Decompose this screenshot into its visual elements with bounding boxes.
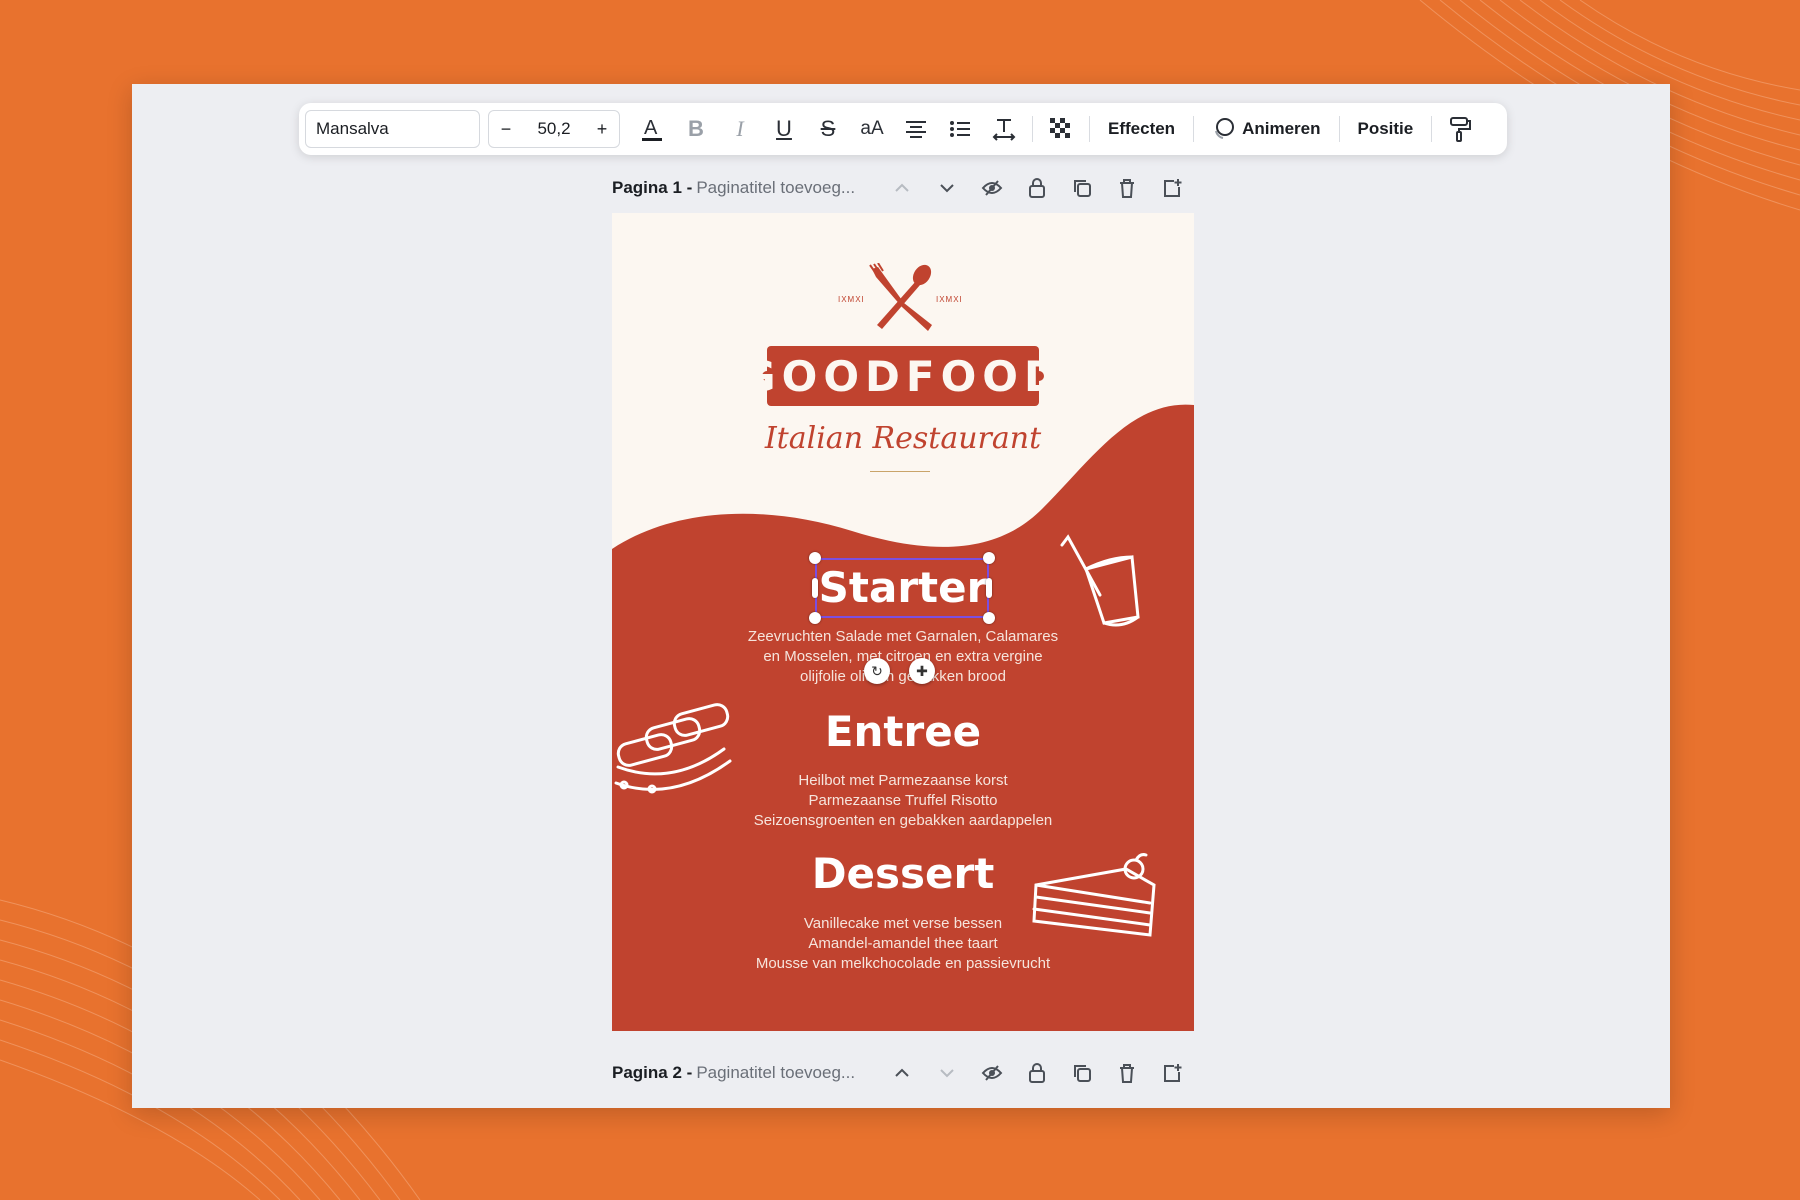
resize-handle-br[interactable] <box>983 612 995 624</box>
hide-icon[interactable] <box>969 174 1014 202</box>
restaurant-subtitle[interactable]: Italian Restaurant <box>612 421 1194 456</box>
starter-line-3: olijfolie olie en gebakken brood <box>800 668 1006 685</box>
position-button[interactable]: Positie <box>1346 119 1426 139</box>
text-color-icon[interactable]: A <box>630 109 674 149</box>
decrease-size-button[interactable]: − <box>497 119 515 140</box>
increase-size-button[interactable]: + <box>593 119 611 140</box>
spacing-icon[interactable] <box>982 109 1026 149</box>
resize-handle-bl[interactable] <box>809 612 821 624</box>
toolbar-divider <box>1193 116 1195 142</box>
effects-button[interactable]: Effecten <box>1096 119 1187 139</box>
font-size-value[interactable]: 50,2 <box>537 119 570 139</box>
toolbar-divider <box>1032 116 1033 142</box>
hide-icon[interactable] <box>969 1059 1014 1087</box>
fork-spoon-icon <box>869 263 932 331</box>
font-family-select[interactable]: Mansalva <box>305 110 480 148</box>
strikethrough-icon[interactable]: S <box>806 109 850 149</box>
toolbar-divider <box>1338 116 1340 142</box>
chevron-up-icon[interactable] <box>879 174 924 202</box>
chevron-down-icon[interactable] <box>924 1059 969 1087</box>
svg-text:A: A <box>644 117 658 139</box>
lock-icon[interactable] <box>1014 174 1059 202</box>
animate-label: Animeren <box>1242 119 1321 138</box>
page-1-title-input[interactable]: Paginatitel toevoeg... <box>696 178 855 198</box>
page-1-header: Pagina 1 - Paginatitel toevoeg... <box>612 174 1194 202</box>
resize-handle-right[interactable] <box>986 578 992 598</box>
list-icon[interactable] <box>938 109 982 149</box>
underline-icon[interactable]: U <box>762 109 806 149</box>
entree-line-3: Seizoensgroenten en gebakken aardappelen <box>753 812 1053 829</box>
paint-roller-icon[interactable] <box>1438 109 1482 149</box>
cannelloni-plate-icon <box>614 703 732 794</box>
text-toolbar: Mansalva − 50,2 + A B I U S aA Effecten <box>299 103 1507 155</box>
logo-text[interactable]: GOODFOOD <box>741 346 1059 406</box>
selection-box[interactable] <box>815 558 989 618</box>
editor-window: Mansalva − 50,2 + A B I U S aA Effecten <box>132 84 1670 1108</box>
chevron-up-icon[interactable] <box>879 1059 924 1087</box>
divider-line <box>870 471 930 472</box>
bold-icon[interactable]: B <box>674 109 718 149</box>
page-2-header: Pagina 2 - Paginatitel toevoeg... <box>612 1059 1194 1087</box>
add-page-icon[interactable] <box>1149 174 1194 202</box>
dessert-line-3: Mousse van melkchocolade en passievrucht <box>755 955 1051 972</box>
font-size-control: − 50,2 + <box>488 110 620 148</box>
duplicate-icon[interactable] <box>1059 1059 1104 1087</box>
trash-icon[interactable] <box>1104 174 1149 202</box>
animate-button[interactable]: Animeren <box>1200 117 1332 141</box>
logo-tag-left: IXMXI <box>838 295 865 304</box>
resize-handle-left[interactable] <box>812 578 818 598</box>
toolbar-divider <box>1089 116 1090 142</box>
logo-tag-right: IXMXI <box>936 295 963 304</box>
animate-icon <box>1215 118 1235 139</box>
transparency-icon[interactable] <box>1039 109 1083 149</box>
cake-slice-icon <box>1032 853 1156 937</box>
add-page-icon[interactable] <box>1149 1059 1194 1087</box>
duplicate-icon[interactable] <box>1059 174 1104 202</box>
italic-icon[interactable]: I <box>718 109 762 149</box>
design-page-1[interactable]: IXMXI IXMXI GOODFOOD Italian Restaurant … <box>612 213 1194 1031</box>
trash-icon[interactable] <box>1104 1059 1149 1087</box>
align-center-icon[interactable] <box>894 109 938 149</box>
letter-case-icon[interactable]: aA <box>850 109 894 149</box>
move-icon[interactable]: ✚ <box>909 658 935 684</box>
rotate-icon[interactable]: ↻ <box>864 658 890 684</box>
resize-handle-tl[interactable] <box>809 552 821 564</box>
lock-icon[interactable] <box>1014 1059 1059 1087</box>
chevron-down-icon[interactable] <box>924 174 969 202</box>
resize-handle-tr[interactable] <box>983 552 995 564</box>
page-2-title-input[interactable]: Paginatitel toevoeg... <box>696 1063 855 1083</box>
page-2-label: Pagina 2 - <box>612 1063 693 1082</box>
page-1-label: Pagina 1 - <box>612 178 693 197</box>
toolbar-divider <box>1431 116 1433 142</box>
drink-glass-icon <box>1060 534 1140 627</box>
starter-line-2: en Mosselen, met citroen en extra vergin… <box>763 648 1043 665</box>
